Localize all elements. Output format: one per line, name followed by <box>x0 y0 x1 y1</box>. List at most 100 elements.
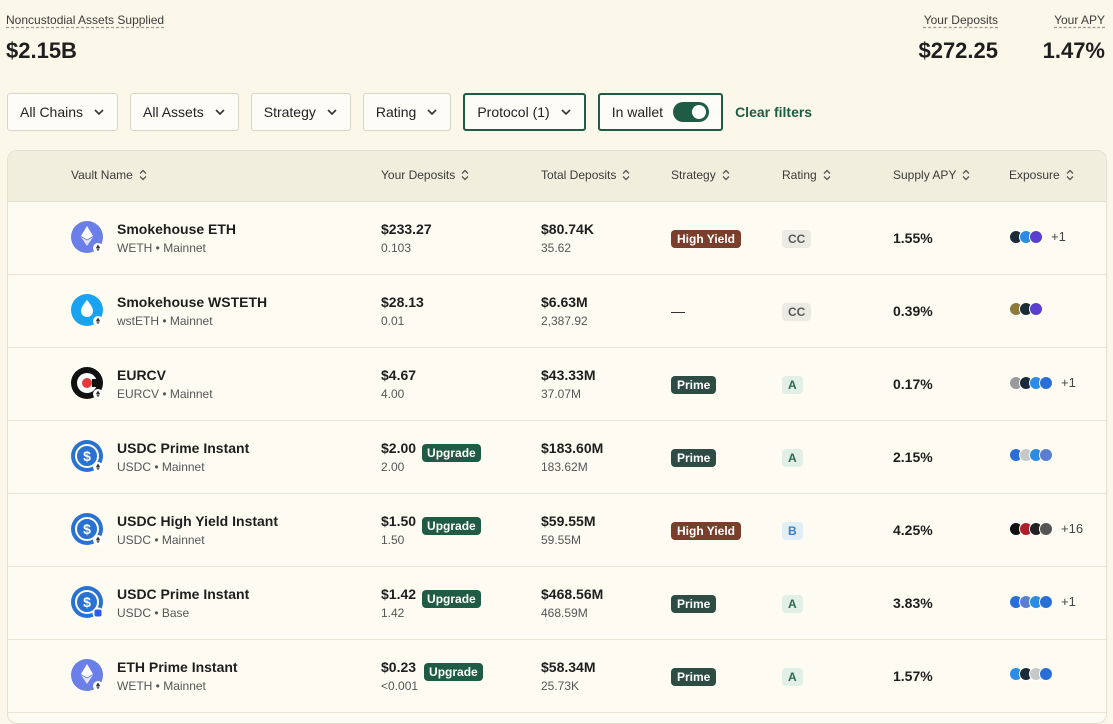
table-row[interactable]: ETH Prime Instant WETH • Mainnet $0.23 <0.0… <box>8 640 1106 713</box>
vaults-table: Vault Name Your Deposits Total Deposits … <box>7 150 1107 724</box>
vault-asset-chain: WETH • Mainnet <box>117 241 206 255</box>
exposure-cell[interactable] <box>1009 448 1053 462</box>
chains-filter-label: All Chains <box>20 104 84 120</box>
rating-badge: A <box>782 376 803 394</box>
rating-filter[interactable]: Rating <box>362 93 452 131</box>
rating-cell: A <box>782 595 803 613</box>
rating-badge: A <box>782 595 803 613</box>
header-supply-apy[interactable]: Supply APY <box>893 168 970 182</box>
in-wallet-toggle[interactable] <box>673 102 710 122</box>
chains-filter[interactable]: All Chains <box>7 93 119 131</box>
exposure-cell[interactable] <box>1009 302 1043 316</box>
vault-asset-chain: EURCV • Mainnet <box>117 387 213 401</box>
supply-apy-value: 0.39% <box>893 303 933 319</box>
table-header: Vault Name Your Deposits Total Deposits … <box>8 151 1106 202</box>
vault-name-cell: Smokehouse ETH WETH • Mainnet <box>70 220 236 255</box>
exposure-cell[interactable]: +1 <box>1009 594 1076 609</box>
total-amount: 25.73K <box>541 679 580 693</box>
header-label: Your Deposits <box>381 168 456 182</box>
vault-name-text: Smokehouse ETH WETH • Mainnet <box>117 220 236 255</box>
exposure-icon-stack <box>1009 521 1053 536</box>
rating-badge: B <box>782 522 803 540</box>
vault-name[interactable]: EURCV <box>117 367 213 383</box>
vault-name[interactable]: Smokehouse ETH <box>117 221 236 237</box>
your-deposits-label[interactable]: Your Deposits <box>924 13 998 27</box>
vault-name-cell: $ USDC High Yield Instant USDC • Mainnet <box>70 512 278 547</box>
your-apy-value: 1.47% <box>1042 38 1105 63</box>
total-amount: 35.62 <box>541 241 572 255</box>
exposure-icon-stack <box>1009 229 1043 244</box>
upgrade-button[interactable]: Upgrade <box>422 444 481 462</box>
upgrade-button[interactable]: Upgrade <box>422 517 481 535</box>
deposit-usd: $1.50 <box>381 513 417 529</box>
table-row[interactable]: Smokehouse ETH WETH • Mainnet $233.27 0.103… <box>8 202 1106 275</box>
table-row[interactable]: Smokehouse WSTETH wstETH • Mainnet $28.13 0… <box>8 275 1106 348</box>
in-wallet-filter[interactable]: In wallet <box>597 93 724 131</box>
header-label: Strategy <box>671 168 716 182</box>
exposure-more-count: +1 <box>1051 229 1066 244</box>
vault-name[interactable]: USDC Prime Instant <box>117 586 249 602</box>
protocol-filter[interactable]: Protocol (1) <box>463 93 586 131</box>
total-deposits-cell: $183.60M 183.62M <box>541 440 603 474</box>
vault-name-text: Smokehouse WSTETH wstETH • Mainnet <box>117 293 267 328</box>
your-deposits-cell: $1.50 1.50 Upgrade <box>381 513 481 547</box>
header-your-deposits[interactable]: Your Deposits <box>381 168 469 182</box>
strategy-filter[interactable]: Strategy <box>250 93 351 131</box>
total-deposits-cell: $58.34M 25.73K <box>541 659 595 693</box>
filter-bar: All Chains All Assets Strategy Rating Pr… <box>7 92 812 132</box>
sort-icon <box>722 169 730 181</box>
exposure-cell[interactable]: +1 <box>1009 229 1066 244</box>
sort-icon <box>823 169 831 181</box>
eth-icon <box>70 658 104 692</box>
vault-name[interactable]: USDC High Yield Instant <box>117 513 278 529</box>
total-usd: $59.55M <box>541 513 596 529</box>
exposure-cell[interactable]: +1 <box>1009 375 1076 390</box>
exposure-asset-icon <box>1029 302 1043 316</box>
exposure-icon-stack <box>1009 667 1053 681</box>
table-row[interactable]: $ USDC Prime Instant USDC • Mainnet $2.00 2.… <box>8 421 1106 494</box>
your-apy-label[interactable]: Your APY <box>1054 13 1105 27</box>
total-usd: $58.34M <box>541 659 596 675</box>
deposit-usd: $233.27 <box>381 221 432 237</box>
chevron-down-icon <box>94 109 104 116</box>
header-total-deposits[interactable]: Total Deposits <box>541 168 630 182</box>
vault-name-cell: $ USDC Prime Instant USDC • Mainnet <box>70 439 249 474</box>
table-row[interactable]: EURCV EURCV • Mainnet $4.67 4.00 $43.33M 37.0… <box>8 348 1106 421</box>
your-deposits-value: $272.25 <box>918 38 998 63</box>
sort-icon <box>622 169 630 181</box>
vault-name-text: ETH Prime Instant WETH • Mainnet <box>117 658 238 693</box>
header-strategy[interactable]: Strategy <box>671 168 730 182</box>
deposit-amount: <0.001 <box>381 679 419 693</box>
sort-icon <box>962 169 970 181</box>
total-amount: 2,387.92 <box>541 314 588 328</box>
protocol-filter-label: Protocol (1) <box>477 104 550 120</box>
total-deposits-cell: $80.74K 35.62 <box>541 221 594 255</box>
upgrade-button[interactable]: Upgrade <box>422 590 481 608</box>
header-label: Total Deposits <box>541 168 617 182</box>
deposit-values: $2.00 2.00 <box>381 440 416 474</box>
rating-cell: CC <box>782 230 812 248</box>
vault-name-cell: $ USDC Prime Instant USDC • Base <box>70 585 249 620</box>
wsteth-icon <box>70 293 104 327</box>
exposure-cell[interactable] <box>1009 667 1053 681</box>
rating-cell: CC <box>782 303 812 321</box>
vault-asset-chain: USDC • Base <box>117 606 190 620</box>
vault-name[interactable]: Smokehouse WSTETH <box>117 294 267 310</box>
vault-name-cell: ETH Prime Instant WETH • Mainnet <box>70 658 238 693</box>
table-row[interactable]: $ USDC Prime Instant USDC • Base $1.42 1.42 U… <box>8 567 1106 640</box>
header-vault-name[interactable]: Vault Name <box>71 168 147 182</box>
vault-name-text: EURCV EURCV • Mainnet <box>117 366 213 401</box>
total-amount: 468.59M <box>541 606 588 620</box>
your-deposits-cell: $28.13 0.01 <box>381 294 424 328</box>
header-rating[interactable]: Rating <box>782 168 831 182</box>
upgrade-button[interactable]: Upgrade <box>424 663 483 681</box>
assets-filter[interactable]: All Assets <box>130 93 239 131</box>
header-exposure[interactable]: Exposure <box>1009 168 1074 182</box>
vault-name[interactable]: USDC Prime Instant <box>117 440 249 456</box>
exposure-cell[interactable]: +16 <box>1009 521 1083 536</box>
table-row[interactable]: $ USDC High Yield Instant USDC • Mainnet $1… <box>8 494 1106 567</box>
assets-supplied-label[interactable]: Noncustodial Assets Supplied <box>6 13 164 27</box>
clear-filters-link[interactable]: Clear filters <box>735 104 812 120</box>
svg-text:$: $ <box>83 521 91 537</box>
vault-name[interactable]: ETH Prime Instant <box>117 659 238 675</box>
